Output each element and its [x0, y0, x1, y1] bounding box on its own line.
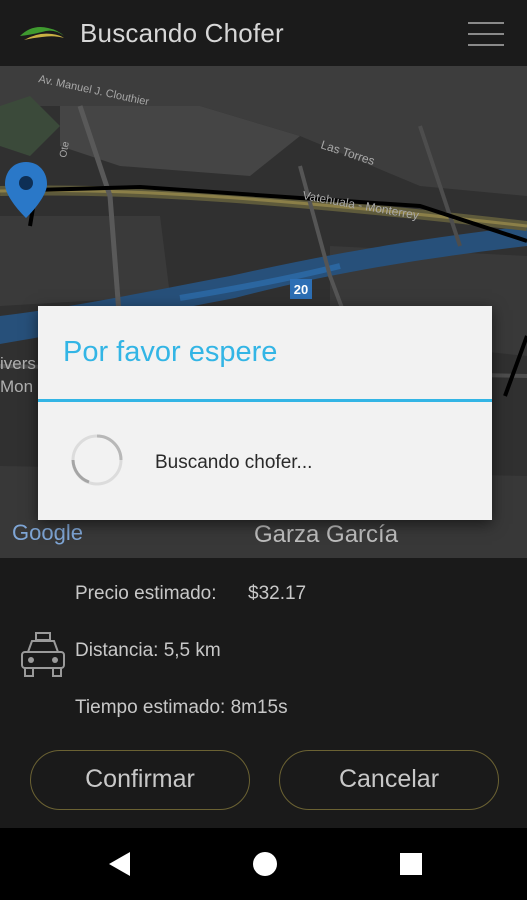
recents-square-icon[interactable]	[397, 850, 425, 878]
confirm-button[interactable]: Confirmar	[30, 750, 250, 810]
app-bar: Buscando Chofer	[0, 0, 527, 66]
cancel-button[interactable]: Cancelar	[279, 750, 499, 810]
price-value: $32.17	[248, 583, 307, 604]
dialog-title: Por favor espere	[63, 336, 278, 368]
system-nav-bar	[0, 828, 527, 900]
back-triangle-icon[interactable]	[106, 850, 134, 878]
dialog-divider	[38, 399, 492, 402]
map-label-city: Garza García	[254, 521, 399, 548]
loading-dialog: Por favor espere Buscando chofer...	[38, 306, 492, 520]
taxi-icon	[21, 632, 65, 677]
dialog-message: Buscando chofer...	[155, 452, 313, 473]
google-logo: Google	[12, 520, 83, 545]
loading-spinner-icon	[71, 434, 123, 486]
route-badge: 20	[294, 282, 308, 297]
map-label-place: ivers	[0, 354, 36, 373]
distance-text: Distancia: 5,5 km	[75, 640, 221, 661]
price-label: Precio estimado:	[75, 583, 217, 604]
map-label-place: Mon	[0, 377, 33, 396]
page-title: Buscando Chofer	[80, 18, 284, 48]
hamburger-menu-icon[interactable]	[468, 20, 506, 48]
leaf-logo-icon	[20, 27, 64, 40]
time-text: Tiempo estimado: 8m15s	[75, 697, 288, 718]
home-circle-icon[interactable]	[251, 850, 279, 878]
